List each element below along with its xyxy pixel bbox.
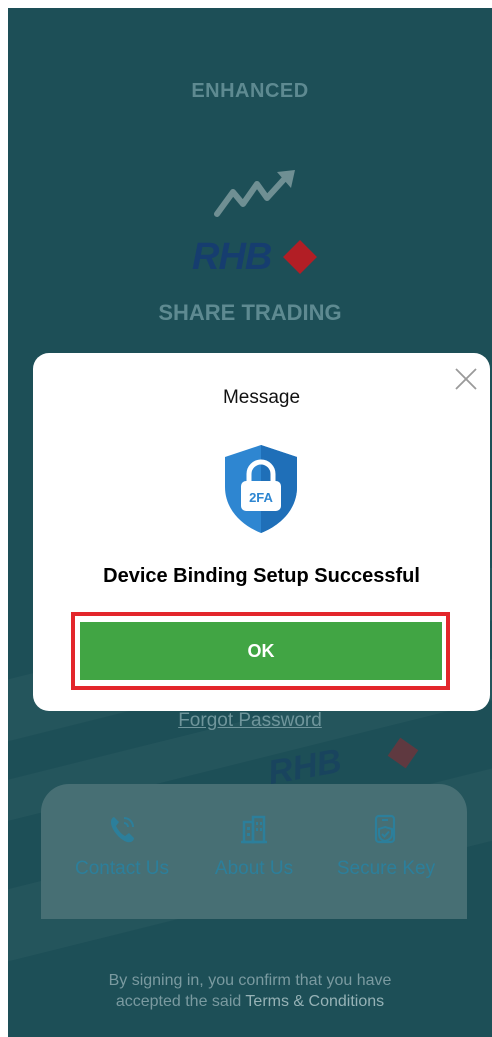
contact-us-label: Contact Us xyxy=(75,858,169,879)
app-screen: ENHANCED RHB SHARE TRADING Forgot Passwo… xyxy=(8,8,492,1037)
product-name: SHARE TRADING xyxy=(158,300,342,325)
phone-icon xyxy=(110,817,134,843)
quick-actions-panel: Contact Us About Us Secure Key xyxy=(41,784,467,919)
about-us-label: About Us xyxy=(214,858,294,879)
dialog-title: Message xyxy=(222,387,301,408)
logo-diamond xyxy=(283,240,317,274)
secure-key-button[interactable]: Secure Key xyxy=(315,814,457,880)
contact-us-button[interactable]: Contact Us xyxy=(51,814,193,880)
about-us-button[interactable]: About Us xyxy=(183,814,325,880)
terms-link[interactable]: Terms & Conditions xyxy=(245,993,384,1010)
consent-text: By signing in, you confirm that you have… xyxy=(8,970,492,1012)
shield-2fa-icon: 2FA xyxy=(225,445,297,533)
building-icon xyxy=(241,815,267,844)
forgot-password-link[interactable]: Forgot Password xyxy=(8,710,492,732)
ok-button[interactable]: OK xyxy=(80,622,442,680)
message-dialog: Message 2FA Device Binding Setup Success… xyxy=(33,353,490,711)
secure-key-icon xyxy=(374,814,396,844)
rhb-logo: RHB xyxy=(186,230,326,280)
dialog-message: Device Binding Setup Successful xyxy=(103,565,420,587)
secure-key-label: Secure Key xyxy=(336,858,436,879)
edition-label: ENHANCED xyxy=(191,80,309,102)
consent-line-2: accepted the said Terms & Conditions xyxy=(8,991,492,1012)
shield-badge-text: 2FA xyxy=(249,490,273,505)
consent-line-1: By signing in, you confirm that you have xyxy=(108,972,392,989)
trending-up-icon xyxy=(214,170,295,217)
consent-line-2-text: accepted the said xyxy=(115,993,242,1010)
